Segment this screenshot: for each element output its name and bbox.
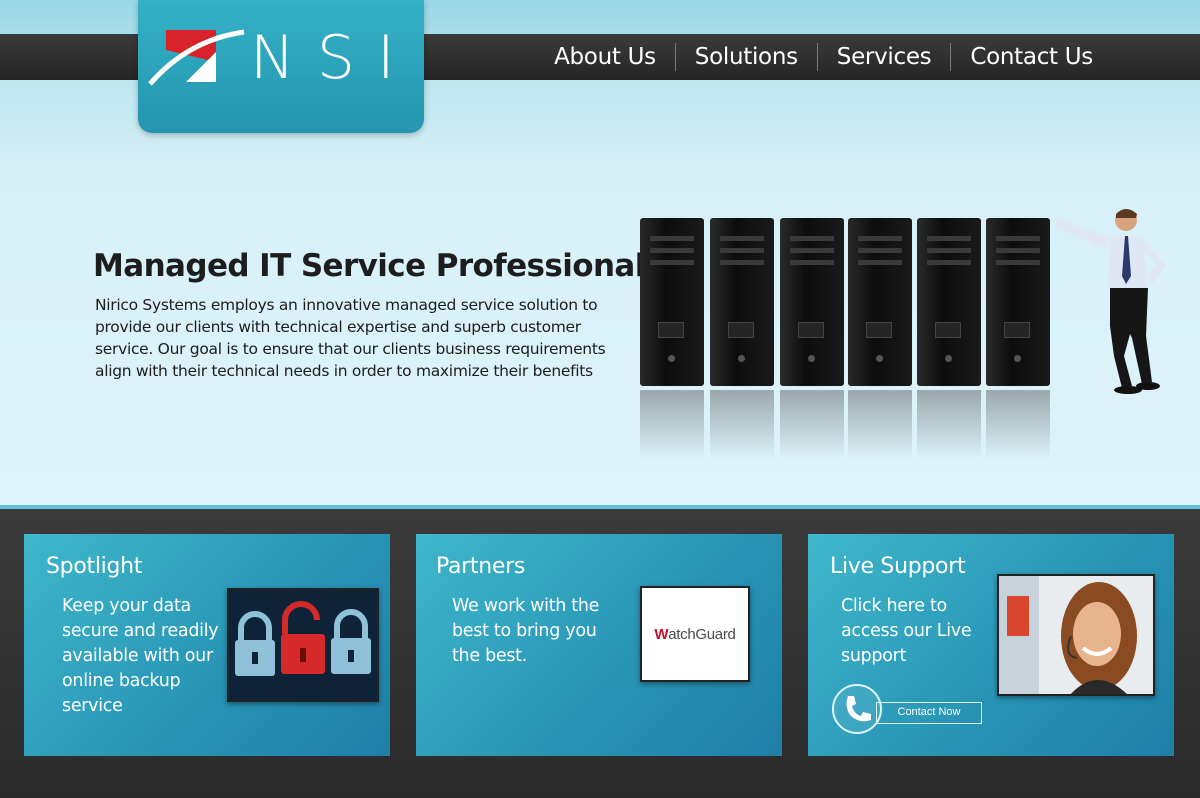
partners-card[interactable]: Partners We work with the best to bring … (416, 534, 782, 756)
site-logo[interactable]: NSI (138, 0, 424, 133)
support-agent-photo-icon (999, 576, 1153, 696)
main-nav: About Us Solutions Services Contact Us (535, 34, 1112, 80)
contact-now-label: Contact Now (876, 702, 982, 724)
phone-icon (832, 684, 882, 734)
spotlight-title: Spotlight (46, 554, 143, 579)
live-support-card[interactable]: Live Support Click here to access our Li… (808, 534, 1174, 756)
spotlight-text: Keep your data secure and readily availa… (62, 596, 219, 716)
watchguard-logo-text: WatchGuard (654, 625, 736, 643)
logo-swoosh-icon (148, 29, 245, 86)
watchguard-logo[interactable]: WatchGuard (640, 586, 750, 682)
partners-title: Partners (436, 554, 526, 579)
security-locks-icon (229, 590, 377, 700)
nav-services[interactable]: Services (818, 44, 951, 70)
spotlight-card[interactable]: Spotlight Keep your data secure and read… (24, 534, 390, 756)
contact-now-button[interactable]: Contact Now (832, 684, 982, 734)
partners-text: We work with the best to bring you the b… (452, 596, 600, 666)
nav-contact-us[interactable]: Contact Us (951, 44, 1112, 70)
logo-text: NSI (250, 23, 417, 93)
live-support-text: Click here to access our Live support (841, 596, 972, 666)
businessman-illustration (1054, 209, 1166, 394)
nav-about-us[interactable]: About Us (535, 44, 675, 70)
hero-title: Managed IT Service Professionals (93, 248, 663, 284)
live-support-title: Live Support (830, 554, 966, 579)
nav-solutions[interactable]: Solutions (676, 44, 817, 70)
security-locks-image (227, 588, 379, 702)
hero-description: Nirico Systems employs an innovative man… (95, 296, 606, 380)
support-agent-image (997, 574, 1155, 696)
